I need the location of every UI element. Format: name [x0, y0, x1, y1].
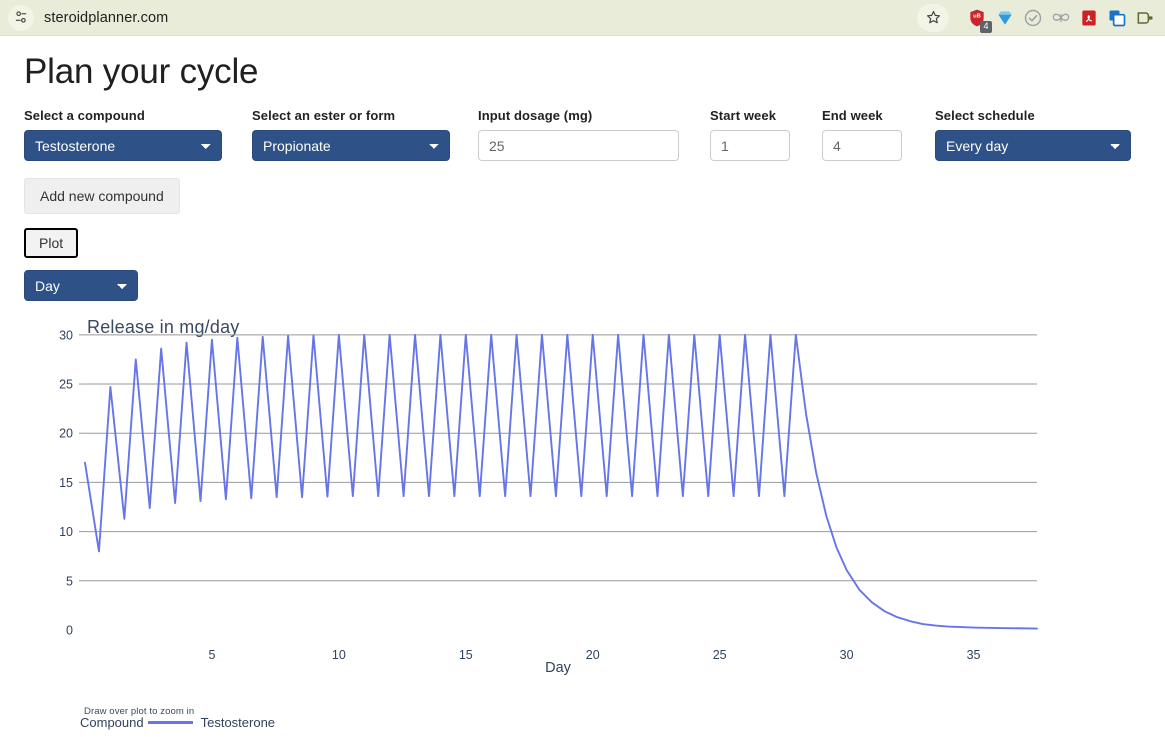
label-schedule: Select schedule — [935, 108, 1131, 123]
field-end-week: End week — [822, 108, 902, 161]
page-title: Plan your cycle — [24, 52, 1141, 92]
window-copy-icon[interactable] — [1103, 4, 1131, 32]
field-dosage: Input dosage (mg) — [478, 108, 679, 161]
pdf-icon[interactable] — [1075, 4, 1103, 32]
x-tick-label: 15 — [459, 648, 473, 662]
compound-select[interactable]: Testosterone — [24, 130, 222, 161]
x-tick-label: 5 — [208, 648, 215, 662]
field-schedule: Select schedule Every day — [935, 108, 1131, 161]
compound-form-row: Select a compound Testosterone Select an… — [24, 108, 1141, 161]
x-tick-label: 35 — [967, 648, 981, 662]
y-tick-label: 10 — [59, 525, 73, 539]
label-dosage: Input dosage (mg) — [478, 108, 679, 123]
chart-y-tick-labels: 0 5 10 15 20 25 30 — [59, 328, 73, 637]
y-tick-label: 0 — [66, 624, 73, 638]
plot-button[interactable]: Plot — [24, 228, 78, 258]
y-tick-label: 20 — [59, 427, 73, 441]
butterfly-icon[interactable] — [1047, 4, 1075, 32]
browser-toolbar: steroidplanner.com uB 4 — [0, 0, 1165, 36]
series-line — [85, 335, 1037, 629]
chart-legend: Compound Testosterone — [80, 715, 275, 730]
x-tick-label: 10 — [332, 648, 346, 662]
end-week-input[interactable] — [822, 130, 902, 161]
chart-x-tick-labels: 5 10 15 20 25 30 35 — [208, 648, 980, 662]
y-tick-label: 15 — [59, 476, 73, 490]
ester-select[interactable]: Propionate — [252, 130, 450, 161]
address-bar-url[interactable]: steroidplanner.com — [44, 10, 917, 26]
svg-text:uB: uB — [973, 13, 981, 19]
site-info-icon[interactable] — [8, 5, 34, 31]
axis-unit-select[interactable]: Day — [24, 270, 138, 301]
chart-canvas[interactable]: 051015202530 5101520253035 Release Rate … — [0, 317, 1165, 677]
label-start-week: Start week — [710, 108, 790, 123]
y-tick-label: 25 — [59, 378, 73, 392]
legend-series-label: Testosterone — [201, 715, 275, 730]
tab-group-icon[interactable] — [1131, 4, 1159, 32]
add-new-compound-button[interactable]: Add new compound — [24, 178, 180, 214]
star-icon[interactable] — [917, 4, 949, 32]
legend-title: Compound — [80, 715, 144, 730]
page-content: Plan your cycle Select a compound Testos… — [0, 52, 1165, 737]
chart-x-axis-title: Day — [545, 660, 572, 676]
label-end-week: End week — [822, 108, 902, 123]
schedule-select[interactable]: Every day — [935, 130, 1131, 161]
dosage-input[interactable] — [478, 130, 679, 161]
check-circle-icon[interactable] — [1019, 4, 1047, 32]
field-ester: Select an ester or form Propionate — [252, 108, 450, 161]
y-tick-label: 30 — [59, 328, 73, 342]
shield-blocker-icon[interactable]: uB 4 — [963, 4, 991, 32]
chart-series — [85, 335, 1037, 629]
x-tick-label: 20 — [586, 648, 600, 662]
label-compound: Select a compound — [24, 108, 222, 123]
field-start-week: Start week — [710, 108, 790, 161]
field-compound: Select a compound Testosterone — [24, 108, 222, 161]
start-week-input[interactable] — [710, 130, 790, 161]
diamond-icon[interactable] — [991, 4, 1019, 32]
x-tick-label: 30 — [840, 648, 854, 662]
x-tick-label: 25 — [713, 648, 727, 662]
label-ester: Select an ester or form — [252, 108, 450, 123]
legend-line-swatch — [148, 721, 193, 724]
release-chart[interactable]: Release in mg/day 051015202530 510152025… — [0, 317, 1165, 737]
y-tick-label: 5 — [66, 574, 73, 588]
